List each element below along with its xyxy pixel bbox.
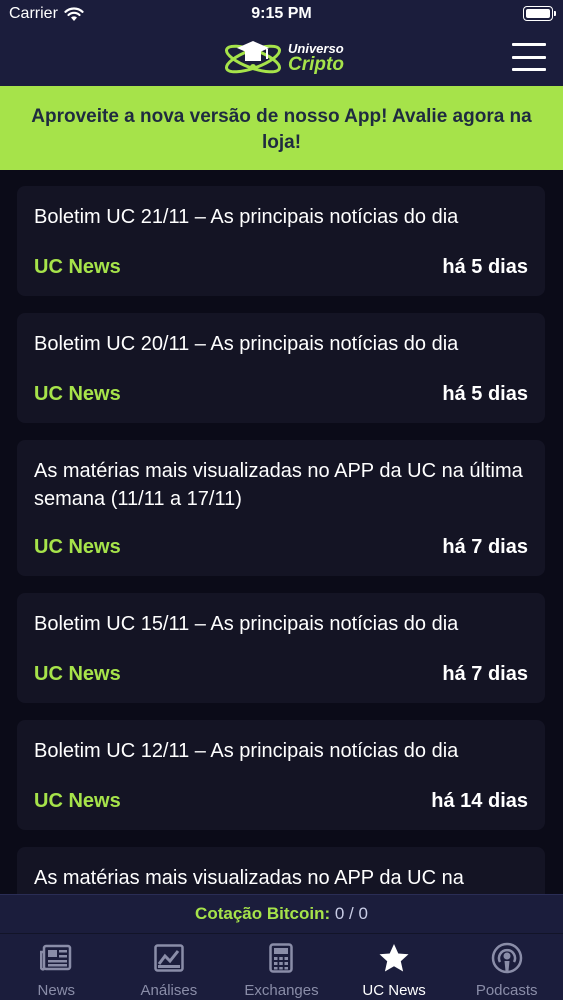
tab-label: Análises xyxy=(140,982,198,999)
battery-icon xyxy=(523,6,556,21)
star-icon xyxy=(379,944,409,972)
logo-emblem-icon xyxy=(225,41,281,74)
tab-news[interactable]: News xyxy=(0,934,113,1000)
app-logo: Universo Cripto xyxy=(222,37,344,79)
tab-analises[interactable]: Análises xyxy=(113,934,226,1000)
newspaper-icon xyxy=(40,944,72,971)
news-title: As matérias mais visualizadas no APP da … xyxy=(34,867,464,889)
news-feed[interactable]: Boletim UC 21/11 – As principais notícia… xyxy=(0,170,563,894)
news-card[interactable]: Boletim UC 21/11 – As principais notícia… xyxy=(17,186,545,296)
news-age: há 5 dias xyxy=(442,256,528,278)
news-title: Boletim UC 20/11 – As principais notícia… xyxy=(34,333,459,355)
tab-uc-news[interactable]: UC News xyxy=(338,934,451,1000)
chart-icon xyxy=(154,944,184,972)
news-title: As matérias mais visualizadas no APP da … xyxy=(34,460,523,510)
news-source: UC News xyxy=(34,256,121,278)
news-card[interactable]: Boletim UC 12/11 – As principais notícia… xyxy=(17,720,545,830)
calculator-icon xyxy=(269,943,294,973)
news-source: UC News xyxy=(34,663,121,685)
news-title: Boletim UC 21/11 – As principais notícia… xyxy=(34,206,459,228)
news-card[interactable]: As matérias mais visualizadas no APP da … xyxy=(17,847,545,894)
news-card[interactable]: Boletim UC 20/11 – As principais notícia… xyxy=(17,313,545,423)
rate-app-banner[interactable]: Aproveite a nova versão de nosso App! Av… xyxy=(0,86,563,170)
news-source: UC News xyxy=(34,383,121,405)
news-age: há 14 dias xyxy=(431,790,528,812)
hamburger-menu-icon[interactable] xyxy=(512,43,546,71)
tab-bar: News Análises Exchanges UC News Podcasts xyxy=(0,933,563,1000)
clock: 9:15 PM xyxy=(251,5,312,22)
status-bar: Carrier 9:15 PM xyxy=(0,0,563,30)
news-source: UC News xyxy=(34,790,121,812)
news-card[interactable]: As matérias mais visualizadas no APP da … xyxy=(17,440,545,576)
tab-label: News xyxy=(37,982,76,999)
news-title: Boletim UC 12/11 – As principais notícia… xyxy=(34,740,459,762)
navigation-bar: Universo Cripto xyxy=(0,30,563,86)
news-title: Boletim UC 15/11 – As principais notícia… xyxy=(34,613,459,635)
bitcoin-quote-bar: Cotação Bitcoin: 0 / 0 xyxy=(0,894,563,933)
news-age: há 7 dias xyxy=(442,536,528,558)
tab-label: Podcasts xyxy=(475,982,538,999)
logo-line-2: Cripto xyxy=(288,54,344,75)
tab-label: UC News xyxy=(362,982,426,999)
news-card[interactable]: Boletim UC 15/11 – As principais notícia… xyxy=(17,593,545,703)
podcast-icon xyxy=(491,942,522,974)
tab-exchanges[interactable]: Exchanges xyxy=(225,934,338,1000)
news-source: UC News xyxy=(34,536,121,558)
tab-podcasts[interactable]: Podcasts xyxy=(450,934,563,1000)
tab-label: Exchanges xyxy=(244,982,319,999)
news-age: há 5 dias xyxy=(442,383,528,405)
bitcoin-quote-value: 0 / 0 xyxy=(334,904,368,923)
news-age: há 7 dias xyxy=(442,663,528,685)
bitcoin-quote-label: Cotação Bitcoin: xyxy=(195,904,331,923)
